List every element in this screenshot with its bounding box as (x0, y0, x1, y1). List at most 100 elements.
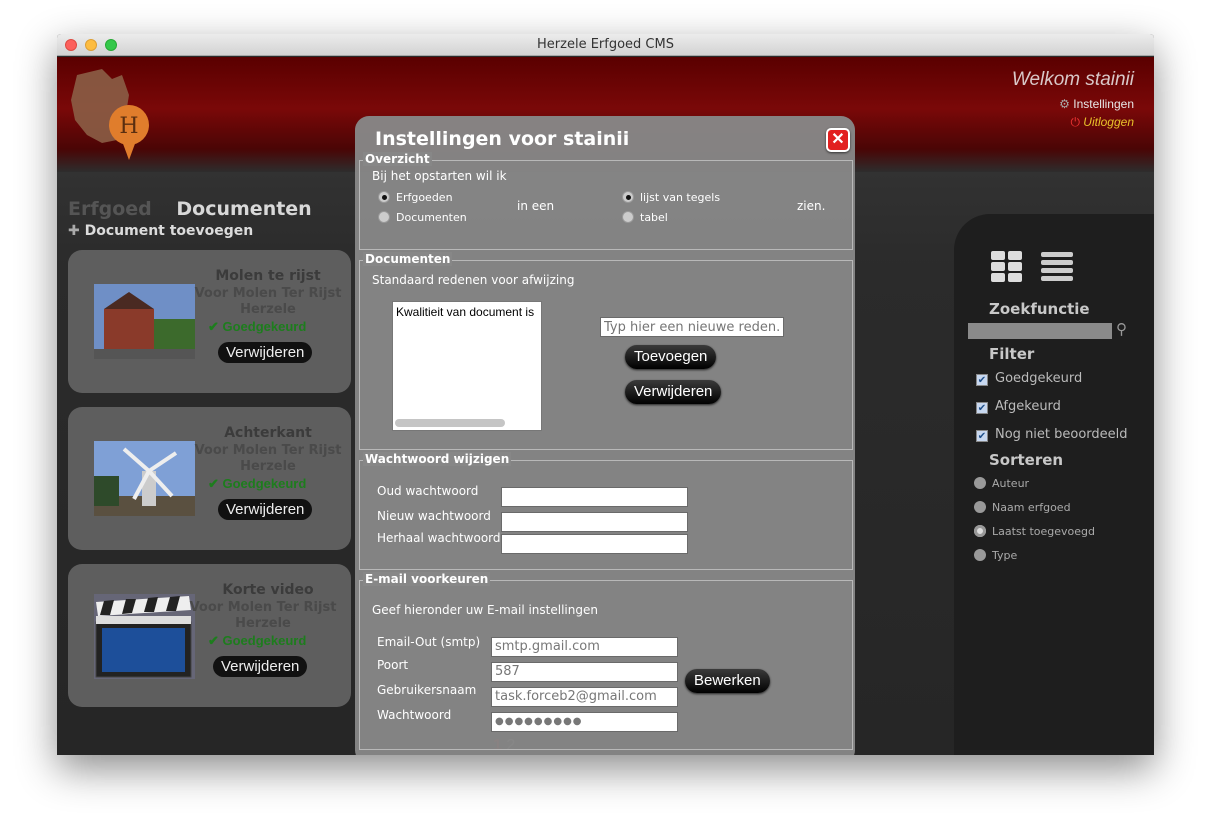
sort-label: Type (992, 549, 1018, 562)
filter-panel: Zoekfunctie ⚲ Filter ✔ Goedgekeurd ✔ Afgek… (954, 214, 1154, 755)
logout-label: Uitloggen (1083, 115, 1134, 129)
list-item[interactable]: Kwalitieit van document is (396, 305, 538, 319)
status-badge: ✔ Goedgekeurd (208, 476, 307, 491)
sort-heading: Sorteren (989, 451, 1064, 469)
logout-link[interactable]: ⏻ Uitloggen (1012, 115, 1134, 130)
radio-selected-icon (378, 191, 390, 203)
email-password-field[interactable]: ●●●●●●●●● (491, 712, 678, 732)
section-legend: Wachtwoord wijzigen (363, 452, 512, 466)
new-password-label: Nieuw wachtwoord (377, 509, 491, 523)
card-subtitle-line: Voor Molen Ter Rijst (194, 443, 342, 458)
herzele-logo: H (71, 69, 149, 160)
email-password-label: Wachtwoord (377, 708, 452, 722)
zoom-window-icon[interactable] (105, 39, 117, 51)
smtp-label: Email-Out (smtp) (377, 635, 481, 649)
sort-type-radio[interactable]: Type (974, 549, 1017, 562)
filter-approved-checkbox[interactable]: ✔ Goedgekeurd (976, 371, 1082, 386)
status-badge: ✔ Goedgekeurd (208, 633, 307, 648)
rejection-intro: Standaard redenen voor afwijzing (372, 273, 575, 287)
radio-table[interactable]: tabel (622, 211, 668, 224)
document-thumbnail (94, 441, 195, 516)
settings-link[interactable]: ⚙ Instellingen (1012, 97, 1134, 111)
rejection-reasons-list[interactable]: Kwalitieit van document is (392, 301, 542, 431)
filter-rejected-checkbox[interactable]: ✔ Afgekeurd (976, 399, 1061, 414)
app-window: Herzele Erfgoed CMS H Welkom stainii ⚙ I… (57, 34, 1154, 755)
radio-icon (622, 211, 634, 223)
radio-label: lijst van tegels (640, 191, 721, 204)
tab-erfgoed[interactable]: Erfgoed (68, 198, 152, 220)
card-location: Herzele (240, 459, 296, 474)
old-password-label: Oud wachtwoord (377, 484, 479, 498)
sort-author-radio[interactable]: Auteur (974, 477, 1029, 490)
card-title: Achterkant (224, 425, 312, 441)
plus-icon: ✚ (68, 223, 80, 239)
radio-documenten[interactable]: Documenten (378, 211, 467, 224)
add-document-button[interactable]: ✚ Document toevoegen (68, 223, 253, 239)
filter-pending-checkbox[interactable]: ✔ Nog niet beoordeeld (976, 427, 1128, 442)
app-content: H Welkom stainii ⚙ Instellingen ⏻ Uitlog… (57, 57, 1154, 755)
power-icon: ⏻ (1070, 115, 1080, 129)
window-title: Herzele Erfgoed CMS (537, 37, 674, 52)
username-field[interactable]: task.forceb2@gmail.com (491, 687, 678, 707)
edit-email-button[interactable]: Bewerken (685, 669, 770, 693)
username-label: Gebruikersnaam (377, 683, 477, 697)
close-window-icon[interactable] (65, 39, 77, 51)
minimize-window-icon[interactable] (85, 39, 97, 51)
add-document-label: Document toevoegen (84, 223, 254, 239)
radio-erfgoeden[interactable]: Erfgoeden (378, 191, 453, 204)
filter-heading: Filter (989, 345, 1035, 363)
radio-label: Erfgoeden (396, 191, 453, 204)
title-bar: Herzele Erfgoed CMS (57, 34, 1154, 56)
section-legend: E-mail voorkeuren (363, 572, 491, 586)
repeat-password-label: Herhaal wachtwoord (377, 531, 501, 545)
remove-reason-button[interactable]: Verwijderen (625, 380, 722, 404)
horizontal-scrollbar[interactable] (395, 419, 505, 427)
port-field[interactable]: 587 (491, 662, 678, 682)
section-legend: Documenten (363, 252, 453, 266)
document-card[interactable]: Molen te rijst Voor Molen Ter Rijst Herz… (68, 250, 351, 393)
settings-label: Instellingen (1073, 97, 1134, 111)
grid-view-icon[interactable] (990, 250, 1024, 284)
close-dialog-button[interactable]: ✕ (826, 128, 850, 152)
radio-icon (974, 549, 986, 561)
radio-icon (378, 211, 390, 223)
new-reason-input[interactable] (600, 317, 784, 337)
tab-documenten[interactable]: Documenten (176, 198, 311, 220)
card-location: Herzele (240, 302, 296, 317)
main-tabs: Erfgoed Documenten (68, 198, 312, 220)
status-badge: ✔ Goedgekeurd (208, 319, 307, 334)
delete-button[interactable]: Verwijderen (218, 342, 313, 363)
add-reason-button[interactable]: Toevoegen (625, 345, 717, 369)
list-view-icon[interactable] (1040, 250, 1074, 284)
svg-text:H: H (119, 114, 138, 139)
delete-button[interactable]: Verwijderen (218, 499, 313, 520)
sort-recent-radio[interactable]: Laatst toegevoegd (974, 525, 1095, 538)
dialog-title: Instellingen voor stainii (375, 128, 630, 150)
sort-label: Auteur (992, 477, 1030, 490)
card-location: Herzele (235, 616, 291, 631)
documents-section: Documenten Standaard redenen voor afwijz… (359, 252, 853, 450)
search-icon[interactable]: ⚲ (1116, 320, 1127, 338)
filter-label: Goedgekeurd (995, 371, 1083, 386)
zien-label: zien. (797, 199, 826, 213)
smtp-field[interactable]: smtp.gmail.com (491, 637, 678, 657)
delete-button[interactable]: Verwijderen (213, 656, 308, 677)
sort-name-radio[interactable]: Naam erfgoed (974, 501, 1071, 514)
card-subtitle-line: Voor Molen Ter Rijst (189, 600, 337, 615)
search-input[interactable] (968, 323, 1112, 339)
repeat-password-field[interactable] (501, 534, 688, 554)
video-clapperboard-icon (94, 594, 195, 679)
document-thumbnail (94, 284, 195, 359)
startup-intro: Bij het opstarten wil ik (372, 169, 507, 183)
filter-label: Afgekeurd (995, 399, 1061, 414)
document-card[interactable]: Korte video Voor Molen Ter Rijst Herzele… (68, 564, 351, 707)
radio-tiles[interactable]: lijst van tegels (622, 191, 720, 204)
welcome-text: Welkom stainii (1011, 69, 1134, 90)
document-card[interactable]: Achterkant Voor Molen Ter Rijst Herzele … (68, 407, 351, 550)
radio-icon (974, 501, 986, 513)
section-legend: Overzicht (363, 152, 432, 166)
card-subtitle: Voor Molen Ter Rijst Herzele (188, 443, 348, 475)
card-title: Molen te rijst (215, 268, 321, 284)
new-password-field[interactable] (501, 512, 688, 532)
old-password-field[interactable] (501, 487, 688, 507)
